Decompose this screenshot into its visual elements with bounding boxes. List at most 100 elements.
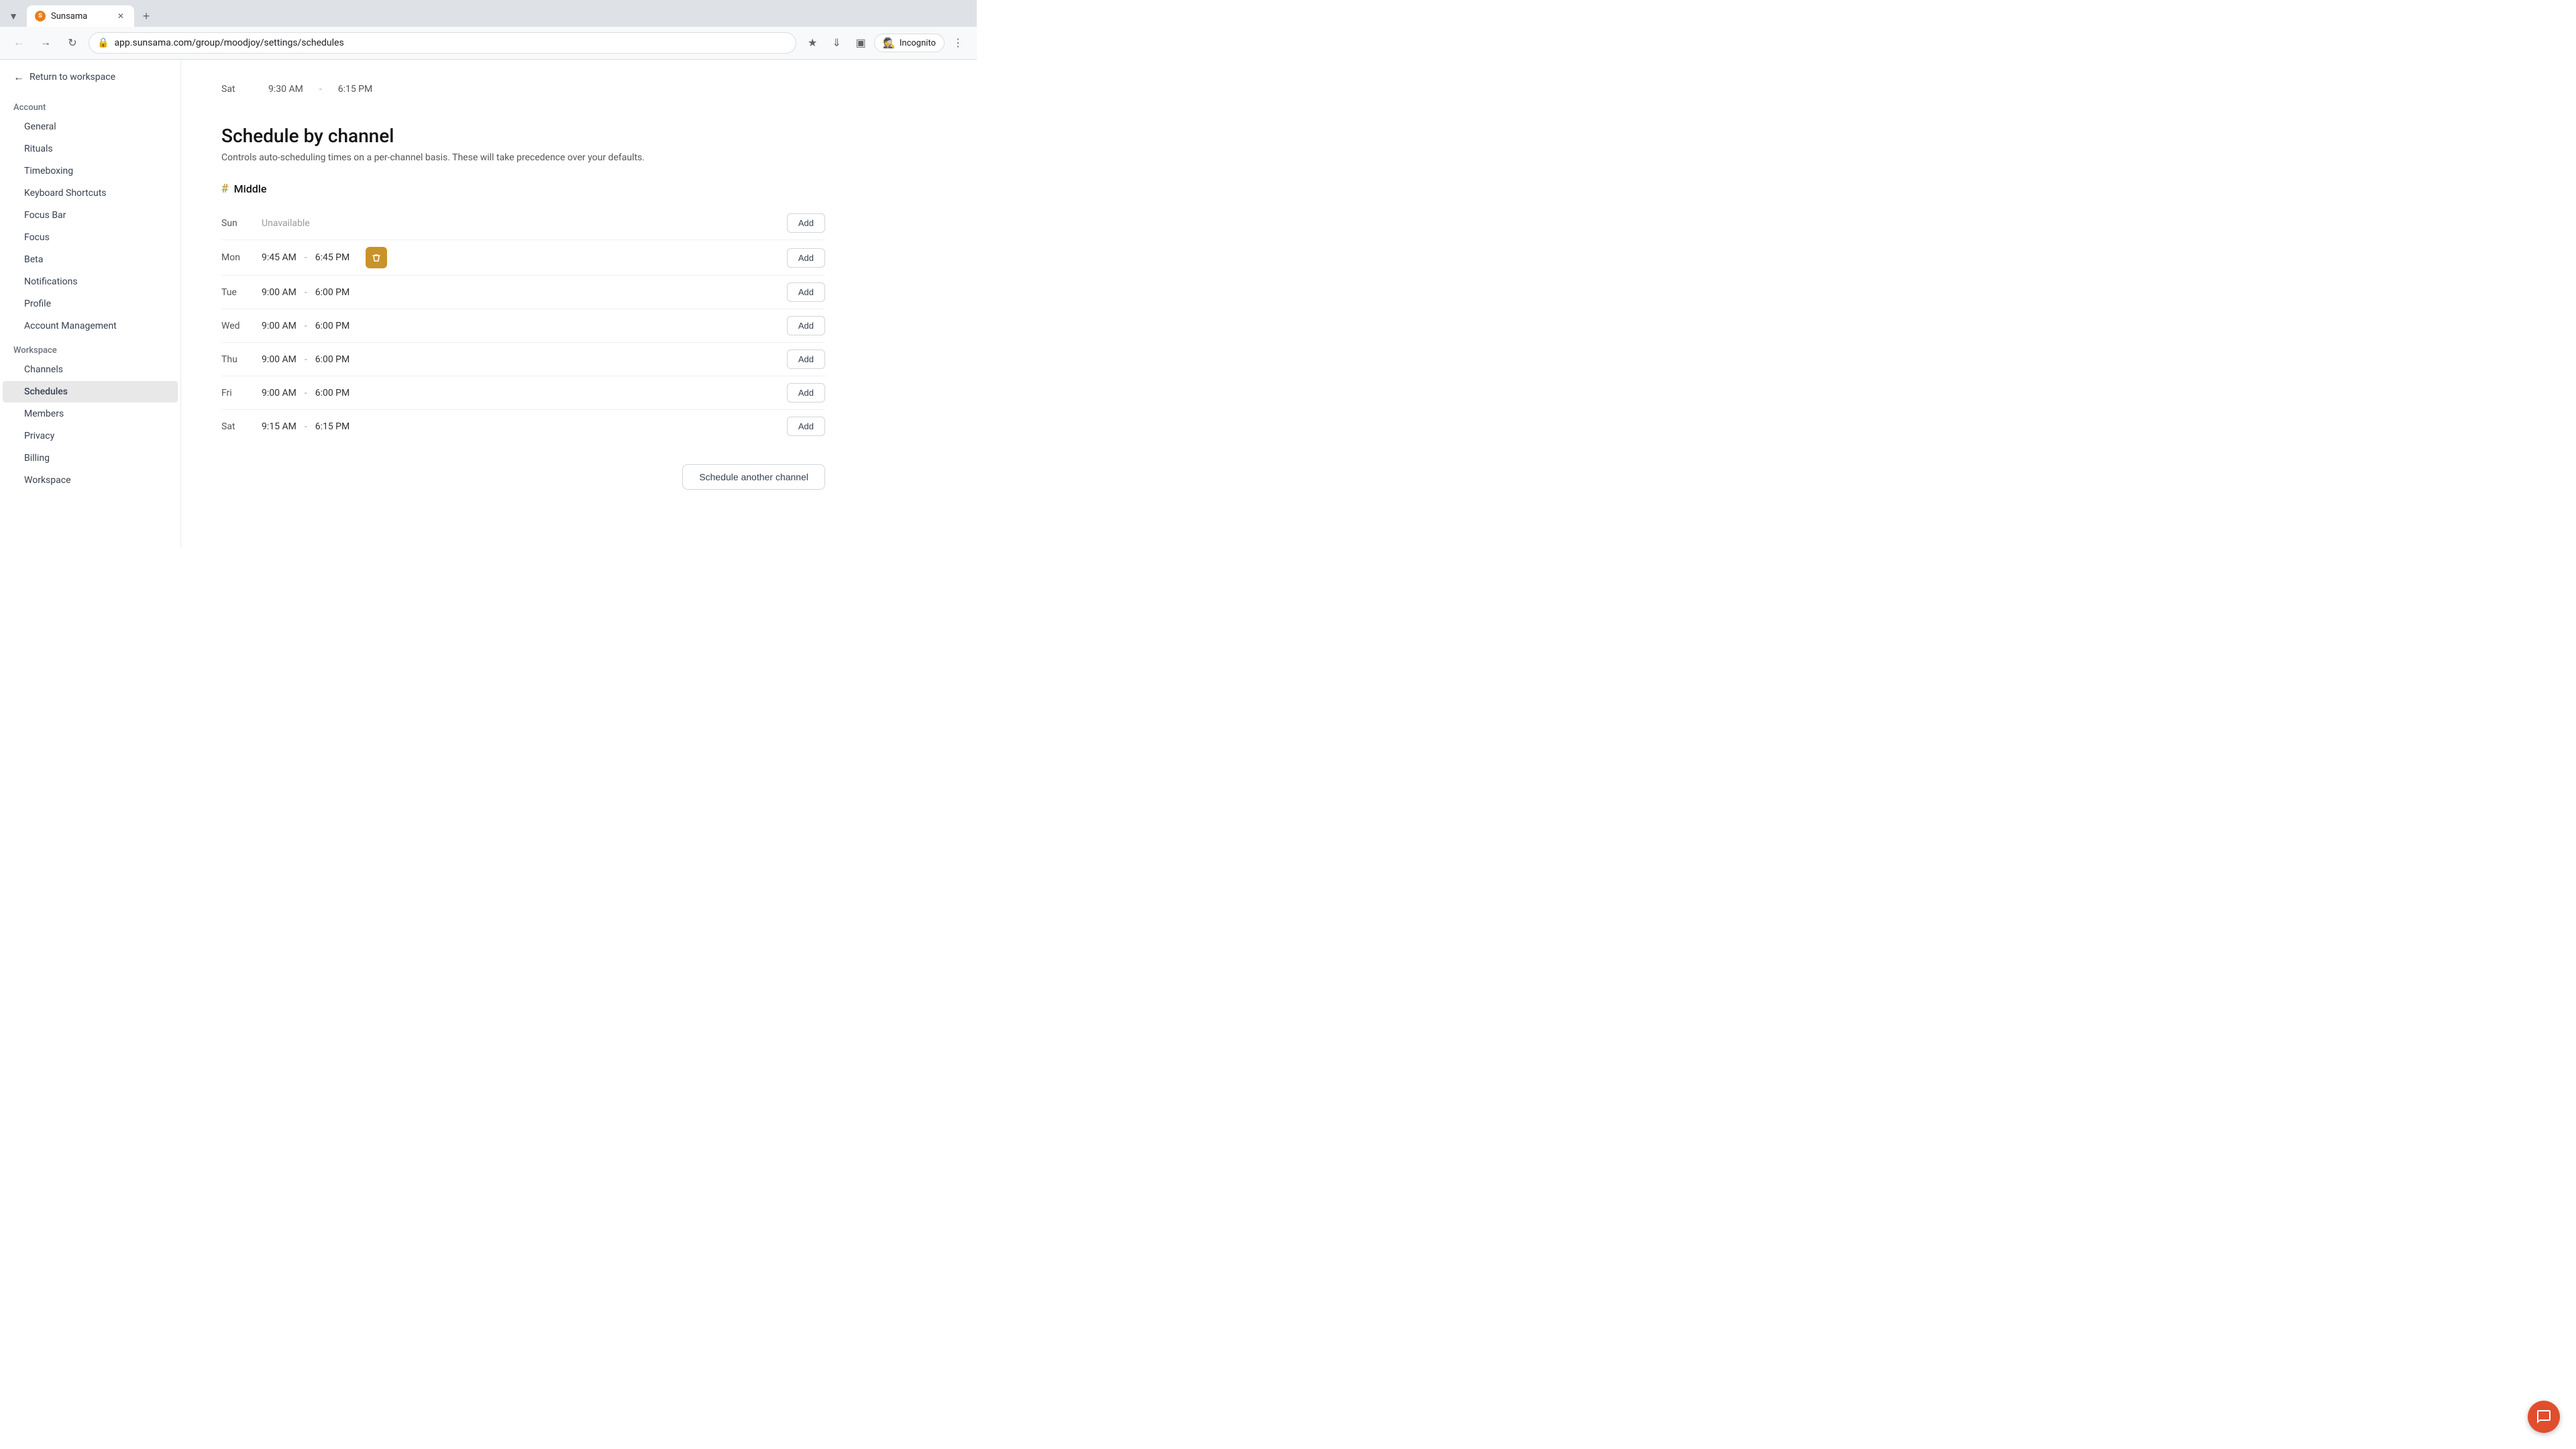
download-btn[interactable]: ⇓ (826, 32, 847, 54)
day-label-mon: Mon (221, 252, 262, 263)
time-cell-wed: 9:00 AM - 6:00 PM (262, 321, 787, 331)
menu-btn[interactable]: ⋮ (947, 32, 969, 54)
time-separator-sat: - (305, 421, 307, 432)
tue-end-time: 6:00 PM (315, 287, 350, 298)
sidebar-item-schedules[interactable]: Schedules (3, 381, 178, 402)
day-label-fri: Fri (221, 388, 262, 398)
content-inner: Sat 9:30 AM - 6:15 PM Schedule by channe… (221, 60, 825, 517)
unavailable-text: Unavailable (262, 218, 310, 229)
scroll-start: 9:30 AM (268, 84, 303, 95)
mon-end-time: 6:45 PM (315, 252, 350, 263)
reload-btn[interactable]: ↻ (62, 32, 83, 54)
dropdown-btn[interactable]: ▼ (5, 8, 21, 24)
scrolled-top-row: Sat 9:30 AM - 6:15 PM (221, 73, 825, 106)
table-row: Wed 9:00 AM - 6:00 PM Add (221, 309, 825, 343)
sidebar-item-beta[interactable]: Beta (3, 249, 178, 270)
tab-navigation: ▼ (5, 8, 21, 24)
sidebar-item-keyboard-shortcuts[interactable]: Keyboard Shortcuts (3, 182, 178, 204)
incognito-badge: 🕵 Incognito (874, 34, 945, 52)
bookmark-btn[interactable]: ★ (802, 32, 823, 54)
thu-end-time: 6:00 PM (315, 354, 350, 365)
table-row: Sun Unavailable Add (221, 207, 825, 240)
time-separator-fri: - (305, 388, 307, 398)
table-row: Sat 9:15 AM - 6:15 PM Add (221, 410, 825, 443)
main-content: Sat 9:30 AM - 6:15 PM Schedule by channe… (181, 60, 977, 548)
address-bar[interactable]: 🔒 app.sunsama.com/group/moodjoy/settings… (89, 32, 796, 54)
sidebar-item-profile[interactable]: Profile (3, 293, 178, 315)
add-btn-wed[interactable]: Add (787, 316, 825, 335)
sidebar-item-focus[interactable]: Focus (3, 227, 178, 248)
time-cell-mon: 9:45 AM - 6:45 PM (262, 247, 787, 268)
sidebar-item-account-management[interactable]: Account Management (3, 315, 178, 337)
sidebar-item-general[interactable]: General (3, 116, 178, 138)
day-label-thu: Thu (221, 354, 262, 365)
channel-name: Middle (234, 182, 267, 195)
tab-bar: ▼ S Sunsama ✕ + (0, 0, 977, 27)
tab-title: Sunsama (51, 11, 113, 21)
schedule-another-channel-btn[interactable]: Schedule another channel (682, 464, 825, 490)
sidebar-item-timeboxing[interactable]: Timeboxing (3, 160, 178, 182)
delete-btn-mon[interactable] (366, 247, 387, 268)
tab-favicon: S (35, 11, 46, 21)
sat-end-time: 6:15 PM (315, 421, 350, 432)
add-btn-fri[interactable]: Add (787, 383, 825, 402)
fri-start-time: 9:00 AM (262, 388, 297, 398)
day-label-wed: Wed (221, 321, 262, 331)
sidebar-item-rituals[interactable]: Rituals (3, 138, 178, 160)
day-label-sat: Sat (221, 421, 262, 432)
address-text: app.sunsama.com/group/moodjoy/settings/s… (114, 38, 788, 48)
account-section-label: Account (0, 95, 180, 115)
incognito-label: Incognito (900, 38, 936, 48)
channel-header: # Middle (221, 182, 825, 196)
wed-start-time: 9:00 AM (262, 321, 297, 331)
sat-start-time: 9:15 AM (262, 421, 297, 432)
day-label-sun: Sun (221, 218, 262, 229)
add-btn-mon[interactable]: Add (787, 248, 825, 268)
table-row: Fri 9:00 AM - 6:00 PM Add (221, 376, 825, 410)
lock-icon: 🔒 (97, 38, 109, 48)
return-to-workspace-link[interactable]: ← Return to workspace (0, 60, 180, 95)
chat-widget-btn[interactable] (2528, 1401, 2560, 1433)
new-tab-btn[interactable]: + (137, 7, 156, 25)
table-row: Thu 9:00 AM - 6:00 PM Add (221, 343, 825, 376)
time-cell-thu: 9:00 AM - 6:00 PM (262, 354, 787, 365)
time-separator-thu: - (305, 354, 307, 365)
browser-chrome: ▼ S Sunsama ✕ + ← → ↻ 🔒 app.sunsama.com/… (0, 0, 977, 60)
section-desc: Controls auto-scheduling times on a per-… (221, 152, 825, 163)
time-separator-tue: - (305, 287, 307, 298)
add-btn-sun[interactable]: Add (787, 213, 825, 233)
sidebar-item-billing[interactable]: Billing (3, 447, 178, 469)
forward-btn[interactable]: → (35, 32, 56, 54)
sidebar: ← Return to workspace Account General Ri… (0, 60, 181, 548)
add-btn-thu[interactable]: Add (787, 350, 825, 369)
time-cell-sun: Unavailable (262, 218, 787, 229)
time-cell-fri: 9:00 AM - 6:00 PM (262, 388, 787, 398)
channel-hash-icon: # (221, 182, 229, 196)
toolbar-actions: ★ ⇓ ▣ 🕵 Incognito ⋮ (802, 32, 969, 54)
return-label: Return to workspace (30, 72, 115, 83)
active-tab[interactable]: S Sunsama ✕ (27, 5, 134, 27)
fri-end-time: 6:00 PM (315, 388, 350, 398)
time-separator-wed: - (305, 321, 307, 331)
add-btn-tue[interactable]: Add (787, 282, 825, 302)
schedule-table: Sun Unavailable Add Mon 9:45 AM - 6:45 P… (221, 207, 825, 443)
back-arrow-icon: ← (13, 70, 24, 84)
scroll-day: Sat (221, 84, 255, 95)
extensions-btn[interactable]: ▣ (850, 32, 871, 54)
mon-start-time: 9:45 AM (262, 252, 297, 263)
sidebar-item-workspace[interactable]: Workspace (3, 470, 178, 491)
thu-start-time: 9:00 AM (262, 354, 297, 365)
time-cell-tue: 9:00 AM - 6:00 PM (262, 287, 787, 298)
table-row: Mon 9:45 AM - 6:45 PM Add (221, 240, 825, 276)
sidebar-item-focus-bar[interactable]: Focus Bar (3, 205, 178, 226)
sidebar-item-channels[interactable]: Channels (3, 359, 178, 380)
add-btn-sat[interactable]: Add (787, 417, 825, 436)
sidebar-item-privacy[interactable]: Privacy (3, 425, 178, 447)
sidebar-item-notifications[interactable]: Notifications (3, 271, 178, 292)
day-label-tue: Tue (221, 287, 262, 298)
sidebar-item-members[interactable]: Members (3, 403, 178, 425)
time-cell-sat: 9:15 AM - 6:15 PM (262, 421, 787, 432)
back-btn[interactable]: ← (8, 32, 30, 54)
schedule-another-row: Schedule another channel (221, 464, 825, 490)
tab-close-btn[interactable]: ✕ (115, 11, 126, 21)
